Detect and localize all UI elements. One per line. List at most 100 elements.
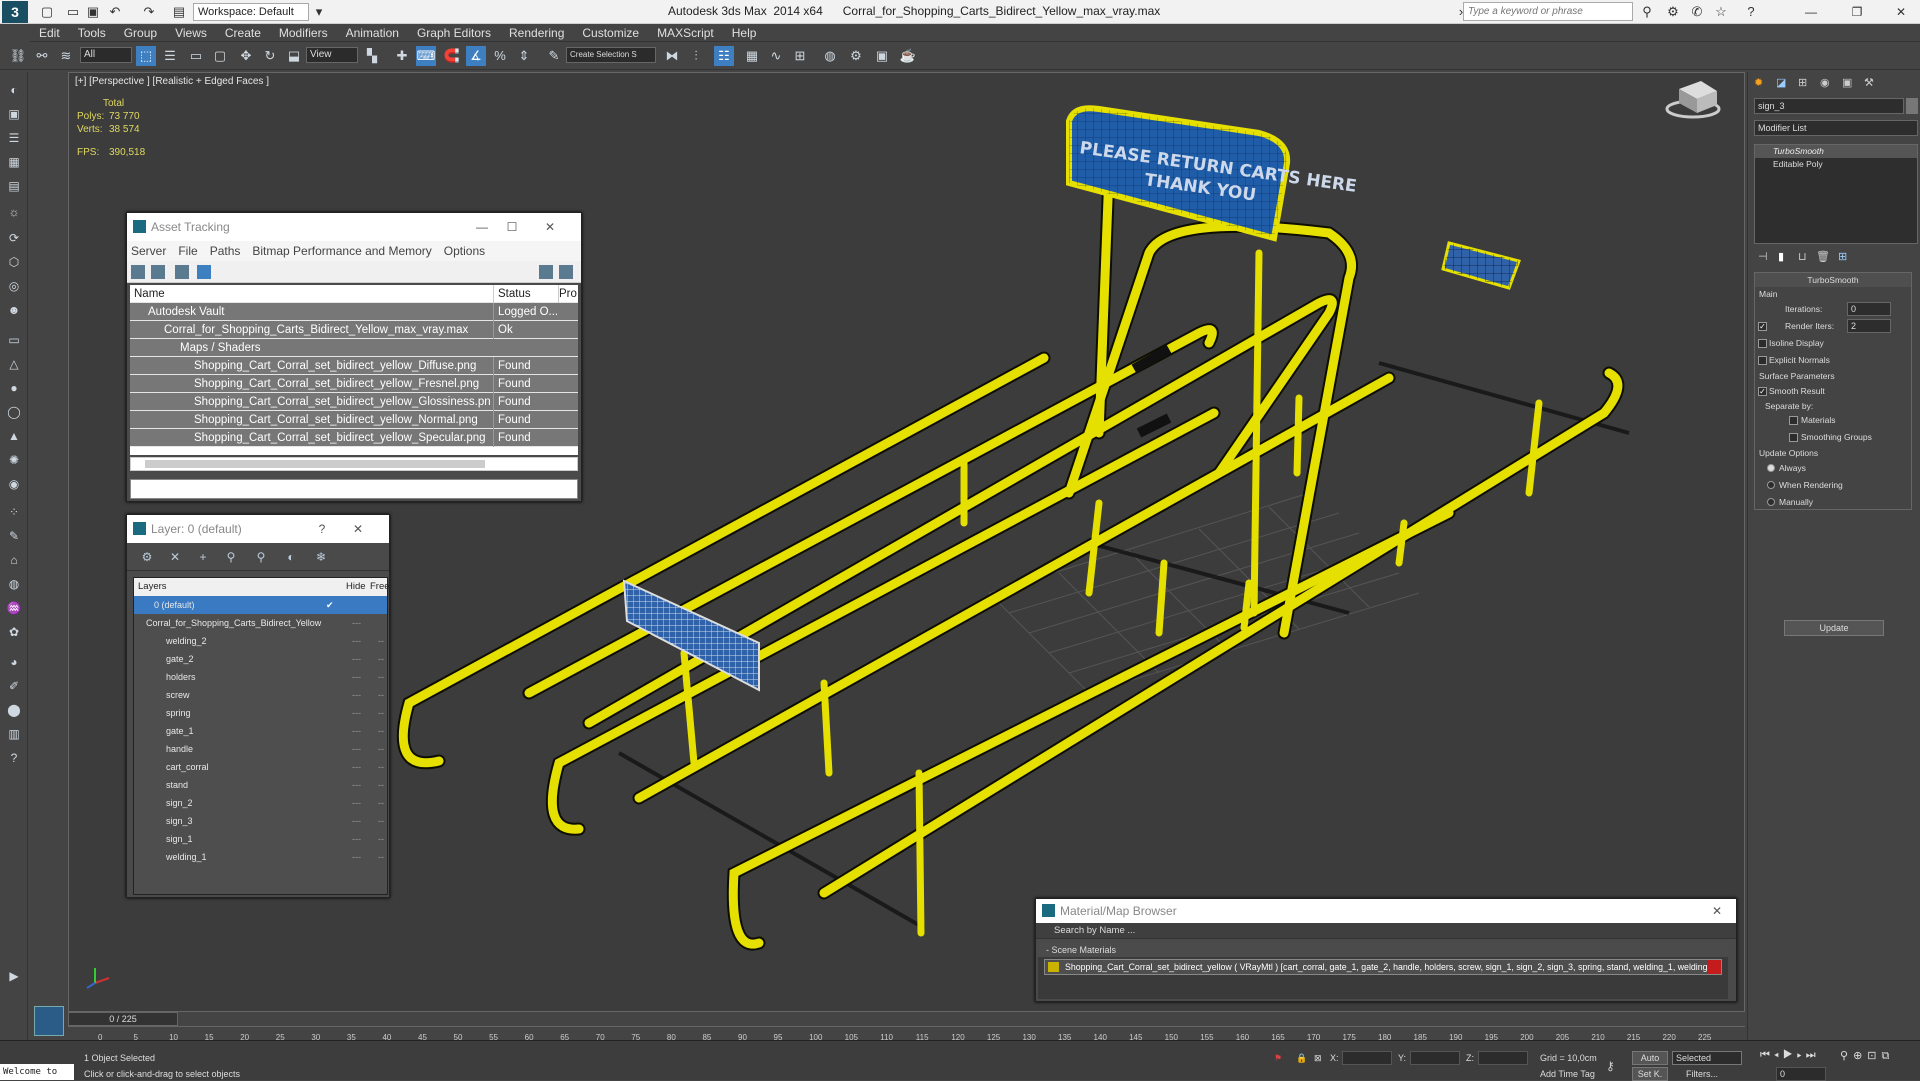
maxscript-listener[interactable]: Welcome to [0, 1064, 74, 1080]
link-icon[interactable]: ⛓ [8, 46, 28, 66]
sphere-icon[interactable]: ● [4, 378, 24, 398]
select-move-icon[interactable]: ✥ [236, 46, 256, 66]
redo-icon[interactable]: ↷ [140, 3, 158, 21]
auto-key-button[interactable]: Auto [1632, 1051, 1668, 1065]
key-filter-dropdown[interactable]: Selected [1672, 1051, 1742, 1065]
skin-icon[interactable]: ✿ [4, 622, 24, 642]
selection-filter-dropdown[interactable]: All [80, 47, 132, 63]
col-layers[interactable]: Layers [138, 581, 167, 592]
list-item[interactable]: stand --- -- [134, 776, 387, 794]
list-item[interactable]: welding_1 --- -- [134, 848, 387, 866]
menu-modifiers[interactable]: Modifiers [270, 24, 337, 42]
cone-icon[interactable]: △ [4, 354, 24, 374]
go-to-end-icon[interactable]: ⏭ [1806, 1049, 1820, 1061]
display-tab-icon[interactable]: ▣ [1842, 76, 1852, 89]
current-frame-field[interactable]: 0 [1776, 1067, 1826, 1081]
asset-menu-bitmap[interactable]: Bitmap Performance and Memory [252, 244, 431, 258]
minimize-button[interactable]: — [1794, 2, 1828, 22]
utilities-tab-icon[interactable]: ⚒ [1864, 76, 1874, 89]
favorites-icon[interactable]: ☆ [1712, 3, 1730, 21]
list-item[interactable]: sign_3 --- -- [134, 812, 387, 830]
add-layer-icon[interactable]: + [195, 549, 211, 565]
rotate-icon[interactable]: ⟳ [4, 228, 24, 248]
schematic-view-icon[interactable]: ⊞ [790, 46, 810, 66]
list-icon[interactable]: ☰ [4, 128, 24, 148]
object-name-field[interactable]: sign_3 [1754, 98, 1904, 114]
project-folder-icon[interactable]: ▤ [170, 3, 188, 21]
menu-group[interactable]: Group [115, 24, 166, 42]
hierarchy-tab-icon[interactable]: ⊞ [1798, 76, 1807, 89]
minimize-icon[interactable]: — [467, 213, 497, 241]
undo-icon[interactable]: ↶ [106, 3, 124, 21]
menu-graph-editors[interactable]: Graph Editors [408, 24, 500, 42]
refresh-icon[interactable] [131, 265, 145, 279]
layer-titlebar[interactable]: Layer: 0 (default) ? ✕ [127, 515, 389, 543]
world-icon[interactable]: ◕ [4, 652, 24, 672]
table-row[interactable]: Corral_for_Shopping_Carts_Bidirect_Yello… [130, 321, 578, 339]
asset-horizontal-scrollbar[interactable] [130, 457, 578, 471]
explicit-normals-row[interactable]: Explicit Normals [1755, 352, 1911, 369]
select-in-layer-icon[interactable]: ⚲ [223, 549, 239, 565]
key-icon[interactable]: ⚷ [1606, 1059, 1615, 1073]
rendered-frame-window-icon[interactable]: ▣ [872, 46, 892, 66]
prev-frame-icon[interactable]: ◂ [1774, 1049, 1783, 1061]
manually-radio[interactable] [1767, 498, 1775, 506]
when-rendering-row[interactable]: When Rendering [1755, 477, 1911, 494]
globe-icon[interactable]: ◍ [4, 574, 24, 594]
asset-tracking-titlebar[interactable]: Asset Tracking — ☐ ✕ [127, 213, 581, 241]
subscription-icon[interactable]: ⚙ [1664, 3, 1682, 21]
col-pro[interactable]: Pro [558, 285, 578, 303]
menu-help[interactable]: Help [723, 24, 766, 42]
binoculars-icon[interactable]: ⚲ [1638, 3, 1656, 21]
hide-all-icon[interactable]: ◐ [283, 549, 299, 565]
pin-stack-icon[interactable]: ⊣ [1758, 250, 1768, 263]
light-icon[interactable]: ☼ [4, 202, 24, 222]
isoline-display-checkbox[interactable] [1758, 339, 1767, 348]
viewport-layout-icon[interactable] [34, 1006, 64, 1036]
paint-icon[interactable]: ✎ [4, 526, 24, 546]
menu-edit[interactable]: Edit [30, 24, 69, 42]
list-item[interactable]: gate_2 --- -- [134, 650, 387, 668]
box-icon[interactable]: ▭ [4, 330, 24, 350]
scene-materials-group[interactable]: - Scene Materials [1038, 943, 1728, 957]
bind-space-warp-icon[interactable]: ≋ [56, 46, 76, 66]
col-hide[interactable]: Hide [346, 578, 366, 596]
search-input[interactable] [1463, 2, 1633, 21]
absolute-mode-icon[interactable]: ⊠ [1314, 1053, 1322, 1064]
communication-icon[interactable]: ✆ [1688, 3, 1706, 21]
render-setup-icon[interactable]: ⚙ [846, 46, 866, 66]
keyboard-shortcut-toggle-icon[interactable]: ⌨ [416, 46, 436, 66]
menu-views[interactable]: Views [166, 24, 216, 42]
material-search-input[interactable]: Search by Name ... [1036, 923, 1736, 939]
new-file-icon[interactable]: ▢ [38, 3, 56, 21]
torus-icon[interactable]: ◯ [4, 402, 24, 422]
table-row[interactable]: Shopping_Cart_Corral_set_bidirect_yellow… [130, 429, 578, 447]
list-item[interactable]: screw --- -- [134, 686, 387, 704]
material-browser-titlebar[interactable]: Material/Map Browser ✕ [1036, 899, 1736, 923]
layer-settings-icon[interactable]: ⚙ [139, 549, 155, 565]
robot-icon[interactable]: ☻ [4, 300, 24, 320]
col-status[interactable]: Status [493, 285, 557, 303]
cloth-icon[interactable]: ⌂ [4, 550, 24, 570]
select-rotate-icon[interactable]: ↻ [260, 46, 280, 66]
render-production-icon[interactable]: ☕ [898, 46, 918, 66]
sphere-blue-icon[interactable]: ⬤ [4, 700, 24, 720]
list-item[interactable]: handle --- -- [134, 740, 387, 758]
menu-customize[interactable]: Customize [573, 24, 648, 42]
list-item[interactable]: spring --- -- [134, 704, 387, 722]
asset-menu-paths[interactable]: Paths [210, 244, 241, 258]
x-coordinate-field[interactable] [1342, 1051, 1392, 1065]
document-icon[interactable]: ▥ [4, 724, 24, 744]
menu-animation[interactable]: Animation [337, 24, 408, 42]
render-iters-spinner[interactable]: 2 [1847, 319, 1891, 333]
camera-icon[interactable]: ▣ [4, 104, 24, 124]
help-icon[interactable]: ? [307, 515, 337, 543]
list-item[interactable]: gate_1 --- -- [134, 722, 387, 740]
open-file-icon[interactable]: ▭ [64, 3, 82, 21]
add-time-tag[interactable]: Add Time Tag [1540, 1069, 1595, 1079]
go-to-start-icon[interactable]: ⏮ [1760, 1049, 1774, 1061]
stack-item-turbosmooth[interactable]: TurboSmooth [1755, 145, 1917, 158]
edit-named-selection-icon[interactable]: ✎ [544, 46, 564, 66]
grid-icon[interactable]: ▦ [4, 152, 24, 172]
particles-icon[interactable]: ⁘ [4, 502, 24, 522]
